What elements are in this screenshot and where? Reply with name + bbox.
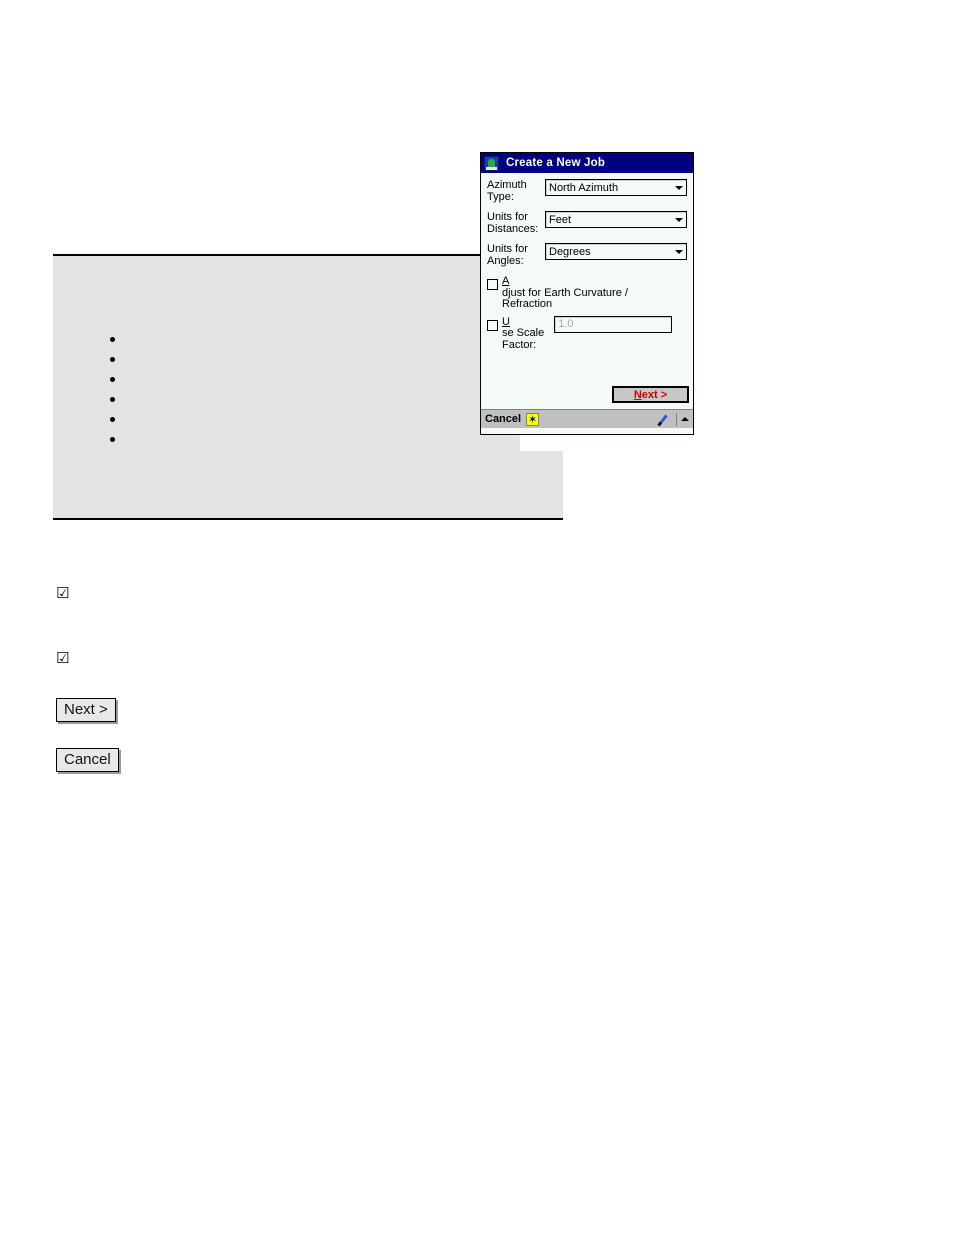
units-distances-value: Feet — [549, 213, 572, 226]
label-line-2: Angles: — [487, 254, 524, 267]
cancel-button[interactable]: Cancel — [485, 413, 521, 425]
units-distances-label: Units for Distances: — [487, 211, 545, 235]
accelerator-letter: N — [633, 388, 642, 401]
field-units-distances: Units for Distances: Feet — [487, 211, 687, 235]
use-scale-factor-checkbox[interactable] — [487, 319, 498, 331]
units-distances-select[interactable]: Feet — [545, 211, 687, 228]
checkbox-row-earth-curvature[interactable]: Adjust for Earth Curvature / Refraction — [487, 275, 687, 311]
dialog-taskbar: Cancel ✶ — [481, 409, 693, 428]
taskbar-divider — [676, 412, 677, 426]
next-button-label-rest: ext > — [641, 388, 668, 401]
document-checkmark-glyph: ☑ — [56, 584, 70, 602]
chevron-down-icon[interactable] — [671, 212, 686, 227]
units-angles-select[interactable]: Degrees — [545, 243, 687, 260]
label-line-2: Type: — [487, 190, 514, 203]
accelerator-letter: A — [502, 275, 510, 287]
star-icon[interactable]: ✶ — [526, 412, 540, 426]
document-inline-next-button: Next > — [56, 698, 116, 722]
label-line-1: Use Scale — [502, 316, 545, 340]
label-line-1: Units for — [487, 211, 528, 223]
units-angles-value: Degrees — [549, 245, 591, 258]
document-bullet-list — [110, 330, 410, 450]
field-azimuth-type: Azimuth Type: North Azimuth — [487, 179, 687, 203]
label-line-2: Factor: — [502, 338, 537, 351]
list-item — [110, 430, 410, 450]
document-checkmark-glyph: ☑ — [56, 649, 70, 667]
label-line-2: Distances: — [487, 222, 539, 235]
azimuth-type-value: North Azimuth — [549, 181, 619, 194]
document-inline-cancel-button: Cancel — [56, 748, 119, 772]
dialog-titlebar: Create a New Job — [481, 153, 693, 173]
label-line-1: Azimuth — [487, 179, 527, 191]
chevron-down-icon[interactable] — [671, 244, 686, 259]
units-angles-label: Units for Angles: — [487, 243, 545, 267]
use-scale-factor-group[interactable]: Use Scale Factor: — [487, 316, 544, 352]
label-line-2: Refraction — [502, 298, 553, 310]
scale-factor-input[interactable]: 1.0 — [554, 315, 673, 333]
earth-curvature-label: Adjust for Earth Curvature / Refraction — [502, 275, 628, 311]
list-item — [110, 410, 410, 430]
create-new-job-dialog: Create a New Job Azimuth Type: North Azi… — [480, 152, 694, 435]
azimuth-type-select[interactable]: North Azimuth — [545, 179, 687, 196]
chevron-up-icon[interactable] — [679, 412, 691, 427]
label-line-1: Adjust for Earth Curvature / — [502, 275, 628, 299]
list-item — [110, 350, 410, 370]
label-line-1: Units for — [487, 243, 528, 255]
field-units-angles: Units for Angles: Degrees — [487, 243, 687, 267]
azimuth-type-label: Azimuth Type: — [487, 179, 545, 203]
chevron-down-icon[interactable] — [671, 180, 686, 195]
list-item — [110, 330, 410, 350]
document-page: ☑ ☑ Next > Cancel — [0, 0, 954, 1235]
earth-curvature-checkbox[interactable] — [487, 279, 498, 290]
list-item — [110, 390, 410, 410]
next-button[interactable]: Next > — [612, 386, 689, 403]
label-rest: se Scale — [502, 327, 545, 339]
list-item — [110, 370, 410, 390]
stylus-pen-icon[interactable] — [659, 412, 674, 427]
job-app-icon — [484, 155, 499, 171]
use-scale-factor-label: Use Scale Factor: — [502, 316, 544, 352]
dialog-title: Create a New Job — [506, 157, 606, 169]
dialog-body: Azimuth Type: North Azimuth Units for Di… — [481, 173, 693, 409]
checkbox-row-use-scale-factor[interactable]: Use Scale Factor: 1.0 — [487, 315, 687, 352]
